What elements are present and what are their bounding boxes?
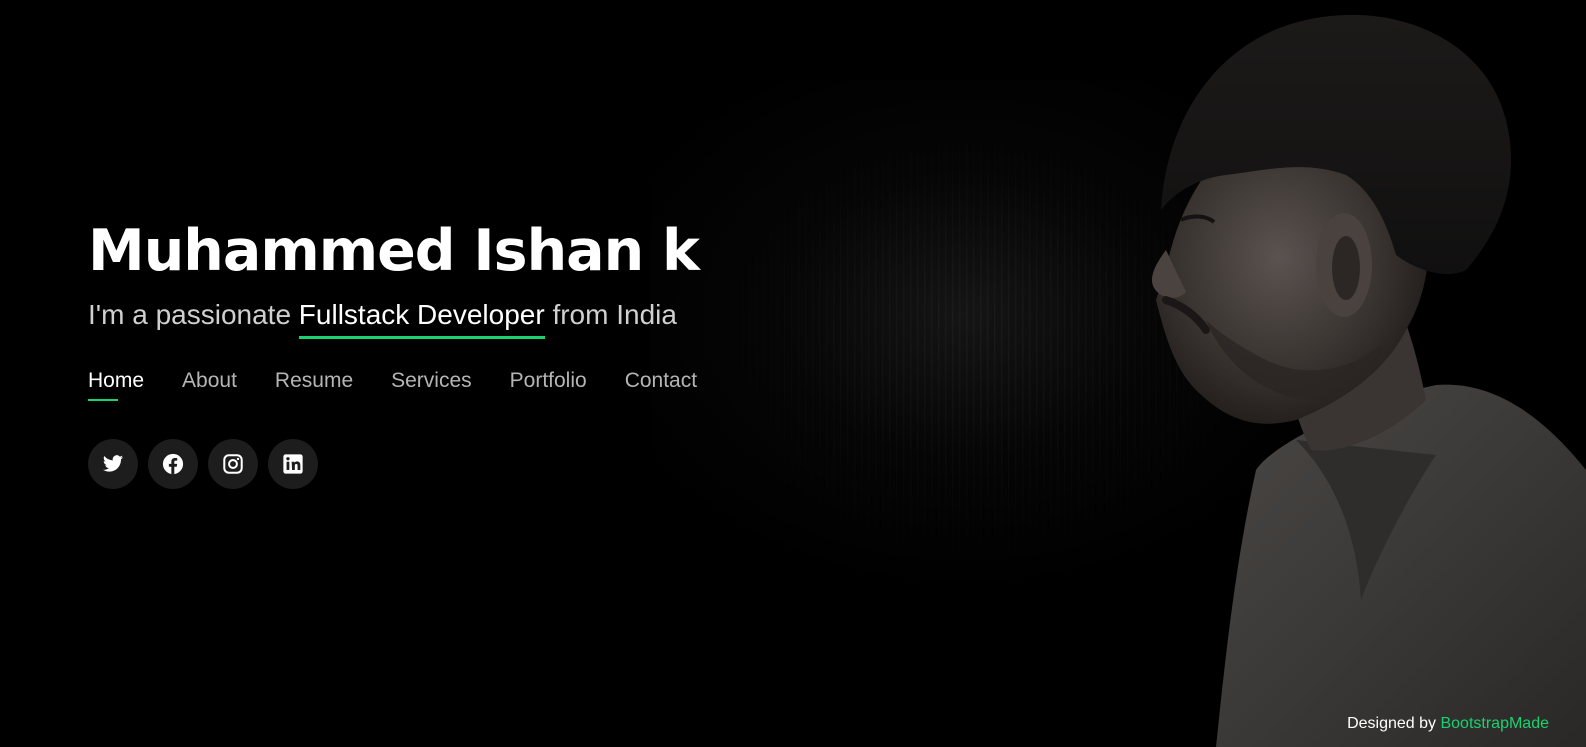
tagline-suffix: from India <box>544 299 677 330</box>
hero-section: Muhammed Ishan k I'm a passionate Fullst… <box>0 0 1586 747</box>
nav-item-resume[interactable]: Resume <box>275 369 353 401</box>
tagline-prefix: I'm a passionate <box>88 299 299 330</box>
hero-content: Muhammed Ishan k I'm a passionate Fullst… <box>88 215 700 489</box>
twitter-link[interactable] <box>88 439 138 489</box>
social-links <box>88 439 699 489</box>
instagram-link[interactable] <box>208 439 258 489</box>
hero-name: Muhammed Ishan k <box>88 218 700 284</box>
linkedin-link[interactable] <box>268 439 318 489</box>
instagram-icon <box>223 454 243 474</box>
nav-item-about[interactable]: About <box>182 369 237 401</box>
linkedin-icon <box>283 454 303 474</box>
bootstrapmade-link[interactable]: BootstrapMade <box>1440 715 1549 732</box>
facebook-link[interactable] <box>148 439 198 489</box>
twitter-icon <box>102 455 124 472</box>
facebook-icon <box>162 453 184 475</box>
nav-item-services[interactable]: Services <box>391 369 472 401</box>
nav-item-home[interactable]: Home <box>88 369 144 401</box>
footer-credits: Designed by BootstrapMade <box>1347 715 1549 733</box>
nav-item-contact[interactable]: Contact <box>625 369 697 401</box>
profile-photo <box>1151 14 1586 747</box>
main-nav: Home About Resume Services Portfolio Con… <box>88 369 699 401</box>
nav-item-portfolio[interactable]: Portfolio <box>510 369 587 401</box>
hero-tagline: I'm a passionate Fullstack Developer fro… <box>88 295 699 339</box>
credits-prefix: Designed by <box>1347 715 1441 732</box>
typed-role: Fullstack Developer <box>298 299 545 339</box>
